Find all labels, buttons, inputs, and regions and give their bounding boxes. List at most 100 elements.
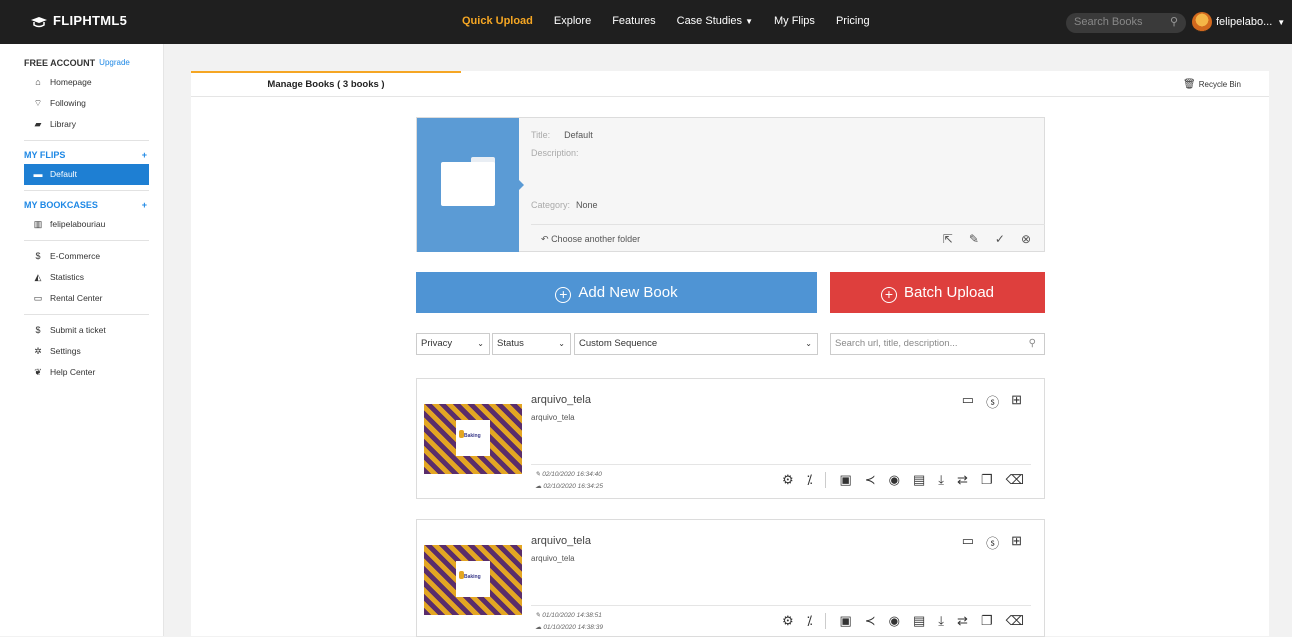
book-icon: ▰ [34,119,42,129]
sidebar-item-following[interactable]: ⌔ Following [0,93,163,114]
choose-folder-link[interactable]: ↶ Choose another folder [541,234,640,244]
folder-title: Default [564,130,593,140]
settings-icon[interactable]: ⚙ [782,472,794,488]
sidebar-item-ecommerce[interactable]: $ E-Commerce [0,246,163,267]
uploaded-date-value: 02/10/2020 16:34:25 [543,483,603,490]
settings-icon[interactable]: ⚙ [782,613,794,629]
sidebar-item-settings[interactable]: ✲ Settings [0,341,163,362]
batch-upload-label: Batch Upload [903,284,995,301]
plus-circle-icon: + [555,287,572,303]
tab-manage-books[interactable]: Manage Books ( 3 books ) [191,71,461,97]
sequence-select[interactable]: Custom Sequence ⌄ [574,333,818,355]
logo-text: FLIPHTML5 [53,13,128,28]
divider [24,240,149,241]
upgrade-link[interactable]: Upgrade [99,54,130,72]
nav-pricing[interactable]: Pricing [836,15,870,27]
sidebar-item-submit-ticket[interactable]: $ Submit a ticket [0,320,163,341]
chevron-down-icon: ▼ [745,17,753,26]
nav-explore[interactable]: Explore [554,15,591,27]
nav-quick-upload[interactable]: Quick Upload [462,15,533,27]
embed-icon[interactable]: ▣ [839,613,851,629]
copy-icon[interactable]: ❐ [981,613,993,629]
edit-icon: ✎ [535,471,541,478]
sidebar-item-label: Default [50,169,77,179]
download-icon[interactable]: ⤓ [938,472,944,488]
sidebar-item-homepage[interactable]: ⌂ Homepage [0,72,163,93]
modified-date-value: 01/10/2020 14:38:51 [542,612,602,619]
nav-my-flips[interactable]: My Flips [774,15,815,27]
open-book-icon[interactable]: ▭ [962,533,974,552]
gift-book-icon[interactable]: ⊞ [1011,392,1022,411]
seo-icon[interactable]: ▤ [913,472,925,488]
book-thumbnail[interactable]: Baking [424,404,522,474]
dollar-circle-icon[interactable]: ⓢ [986,392,999,411]
chevron-down-icon: ▼ [1277,17,1286,27]
book-thumbnail[interactable]: Baking [424,545,522,615]
sidebar-item-help-center[interactable]: ❦ Help Center [0,362,163,383]
batch-upload-button[interactable]: + Batch Upload [830,272,1045,313]
status-select[interactable]: Status ⌄ [492,333,571,355]
share-icon[interactable]: ≺ [865,613,876,629]
nav-case-studies-label: Case Studies [676,15,743,27]
add-new-book-label: Add New Book [578,284,678,301]
magic-wand-icon[interactable]: ⁒ [807,472,813,488]
sidebar-item-bookcase[interactable]: ▥ felipelabouriau [0,214,163,235]
my-flips-label: MY FLIPS [24,150,66,160]
edit-icon[interactable]: ✎ [969,225,979,253]
copy-icon[interactable]: ❐ [981,472,993,488]
search-icon[interactable]: ⚲ [1170,15,1178,28]
home-icon: ⌂ [35,77,41,87]
nav-features[interactable]: Features [612,15,655,27]
privacy-select[interactable]: Privacy ⌄ [416,333,490,355]
dollar-icon: $ [35,325,41,335]
avatar [1192,12,1212,32]
search-placeholder: Search Books [1074,16,1143,28]
record-icon[interactable]: ◉ [889,613,900,629]
add-flip-icon[interactable]: + [142,146,147,164]
sidebar-item-statistics[interactable]: ◭ Statistics [0,267,163,288]
broom-icon[interactable]: ✓ [995,225,1005,253]
logo[interactable]: FLIPHTML5 [30,13,127,28]
my-bookcases-header: MY BOOKCASES + [0,196,163,214]
record-icon[interactable]: ◉ [889,472,900,488]
book-search-input[interactable]: Search url, title, description... ⚲ [830,333,1045,355]
nav-case-studies[interactable]: Case Studies ▼ [677,15,753,27]
share-icon[interactable]: ≺ [865,472,876,488]
sequence-value: Custom Sequence [579,338,658,349]
dollar-circle-icon[interactable]: ⓢ [986,533,999,552]
open-book-icon[interactable]: ▭ [962,392,974,411]
convert-icon[interactable]: ⇄ [957,472,968,488]
delete-icon[interactable]: ⌫ [1006,472,1024,488]
user-menu[interactable]: felipelabo... ▼ [1192,12,1285,32]
uploaded-date: ☁ 01/10/2020 14:38:39 [535,623,603,631]
sidebar-item-library[interactable]: ▰ Library [0,114,163,135]
divider [825,613,827,629]
sidebar-item-default[interactable]: ▬ Default [24,164,149,185]
rss-icon: ⌔ [33,98,43,108]
embed-icon[interactable]: ▣ [839,472,851,488]
add-new-book-button[interactable]: + Add New Book [416,272,817,313]
gift-book-icon[interactable]: ⊞ [1011,533,1022,552]
convert-icon[interactable]: ⇄ [957,613,968,629]
search-books-input[interactable]: Search Books ⚲ [1066,13,1186,33]
close-icon[interactable]: ⊗ [1021,225,1031,253]
book-card: Baking arquivo_tela arquivo_tela ▭ ⓢ ⊞ ✎… [416,378,1045,499]
search-icon[interactable]: ⚲ [1029,334,1036,354]
delete-icon[interactable]: ⌫ [1006,613,1024,629]
download-icon[interactable]: ⤓ [938,613,944,629]
book-actions: ⚙ ⁒ ▣ ≺ ◉ ▤ ⤓ ⇄ ❐ ⌫ [769,472,1024,488]
book-card: Baking arquivo_tela arquivo_tela ▭ ⓢ ⊞ ✎… [416,519,1045,637]
cloud-icon: ☁ [535,483,542,490]
bookshelf-icon: ▥ [33,219,43,229]
thumbnail-card: Baking [456,420,490,456]
sidebar-item-rental-center[interactable]: ▭ Rental Center [0,288,163,309]
share-icon[interactable]: ⇱ [943,225,953,253]
book-title[interactable]: arquivo_tela [531,394,591,406]
my-bookcases-label: MY BOOKCASES [24,200,98,210]
add-bookcase-icon[interactable]: + [142,196,147,214]
recycle-bin-link[interactable]: 🗑 Recycle Bin [1183,79,1241,90]
seo-icon[interactable]: ▤ [913,613,925,629]
book-title[interactable]: arquivo_tela [531,535,591,547]
magic-wand-icon[interactable]: ⁒ [807,613,813,629]
divider [24,314,149,315]
